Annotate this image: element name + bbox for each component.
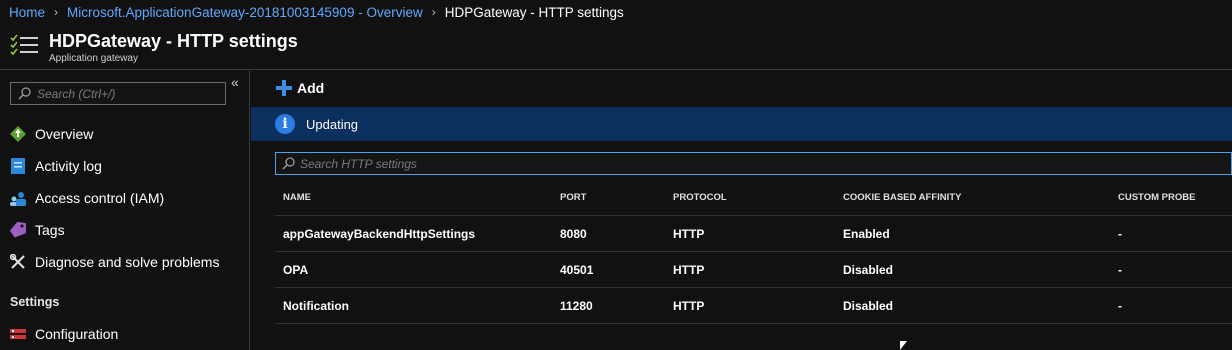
mouse-pointer-icon <box>900 341 907 350</box>
overview-icon <box>9 125 27 143</box>
add-button[interactable]: Add <box>276 80 324 96</box>
sidebar-section-settings: Settings <box>10 295 60 309</box>
cell-name: appGatewayBackendHttpSettings <box>283 226 476 241</box>
sidebar-item-label: Access control (IAM) <box>35 190 165 206</box>
sidebar-item-tags[interactable]: Tags <box>0 215 249 245</box>
sidebar-item-label: Diagnose and solve problems <box>35 254 220 270</box>
sidebar-item-overview[interactable]: Overview <box>0 119 249 149</box>
column-header-protocol[interactable]: PROTOCOL <box>673 179 727 215</box>
search-icon <box>11 87 37 100</box>
configuration-icon <box>9 325 27 343</box>
blade-header: HDPGateway - HTTP settings Application g… <box>0 26 1232 70</box>
sidebar-search-input[interactable] <box>37 86 217 101</box>
sidebar-search[interactable] <box>10 82 226 105</box>
sidebar-item-activity-log[interactable]: Activity log <box>0 151 249 181</box>
table-row[interactable]: appGatewayBackendHttpSettings 8080 HTTP … <box>275 216 1232 252</box>
cell-custom-probe: - <box>1118 298 1122 313</box>
cell-custom-probe: - <box>1118 226 1122 241</box>
column-header-port[interactable]: PORT <box>560 179 586 215</box>
cell-custom-probe: - <box>1118 262 1122 277</box>
wrench-icon <box>9 253 27 271</box>
search-icon <box>276 157 300 170</box>
page-subtitle: Application gateway <box>49 53 138 64</box>
table-search-input[interactable] <box>300 156 1200 171</box>
sidebar-item-diagnose[interactable]: Diagnose and solve problems <box>0 247 249 277</box>
sidebar-item-access-control[interactable]: Access control (IAM) <box>0 183 249 213</box>
cell-cookie-affinity: Disabled <box>843 262 894 277</box>
sidebar-item-label: Configuration <box>35 326 119 342</box>
table-row[interactable]: Notification 11280 HTTP Disabled - <box>275 288 1232 324</box>
breadcrumb-home-link[interactable]: Home <box>9 5 45 20</box>
sidebar-item-configuration[interactable]: Configuration <box>0 319 249 349</box>
table-search[interactable] <box>275 152 1232 175</box>
breadcrumb-overview-link[interactable]: Microsoft.ApplicationGateway-20181003145… <box>67 5 423 20</box>
cell-port: 8080 <box>560 226 587 241</box>
info-icon: i <box>275 114 295 134</box>
cell-protocol: HTTP <box>673 262 705 277</box>
page-title: HDPGateway - HTTP settings <box>49 31 298 51</box>
status-banner: i Updating <box>251 107 1232 141</box>
cell-cookie-affinity: Enabled <box>843 226 890 241</box>
access-control-icon <box>9 189 27 207</box>
table-header-row: NAME PORT PROTOCOL COOKIE BASED AFFINITY… <box>275 179 1232 216</box>
chevron-right-icon: › <box>431 5 436 19</box>
cell-protocol: HTTP <box>673 226 705 241</box>
cell-port: 11280 <box>560 298 593 313</box>
cell-name: Notification <box>283 298 349 313</box>
cell-protocol: HTTP <box>673 298 705 313</box>
breadcrumb-current: HDPGateway - HTTP settings <box>444 4 624 20</box>
settings-list-icon <box>10 34 40 58</box>
sidebar-item-label: Tags <box>35 222 65 238</box>
cell-cookie-affinity: Disabled <box>843 298 894 313</box>
http-settings-table: NAME PORT PROTOCOL COOKIE BASED AFFINITY… <box>275 179 1232 324</box>
column-header-name[interactable]: NAME <box>283 179 311 215</box>
activity-log-icon <box>9 157 27 175</box>
tag-icon <box>9 221 27 239</box>
sidebar-item-label: Activity log <box>35 158 102 174</box>
sidebar: « Overview Activity log Access control (… <box>0 71 250 350</box>
sidebar-item-label: Overview <box>35 126 94 142</box>
cell-port: 40501 <box>560 262 594 277</box>
status-text: Updating <box>306 116 359 132</box>
add-button-label: Add <box>297 80 325 96</box>
breadcrumb: Home › Microsoft.ApplicationGateway-2018… <box>0 0 1232 24</box>
plus-icon <box>276 80 292 96</box>
table-row[interactable]: OPA 40501 HTTP Disabled - <box>275 252 1232 288</box>
column-header-custom-probe[interactable]: CUSTOM PROBE <box>1118 179 1195 215</box>
column-header-cookie-affinity[interactable]: COOKIE BASED AFFINITY <box>843 179 961 215</box>
main-content: Add i Updating NAME PORT PROTOCOL COOKIE… <box>251 71 1232 350</box>
chevron-right-icon: › <box>54 5 59 19</box>
collapse-sidebar-button[interactable]: « <box>231 74 239 90</box>
cell-name: OPA <box>283 262 309 277</box>
